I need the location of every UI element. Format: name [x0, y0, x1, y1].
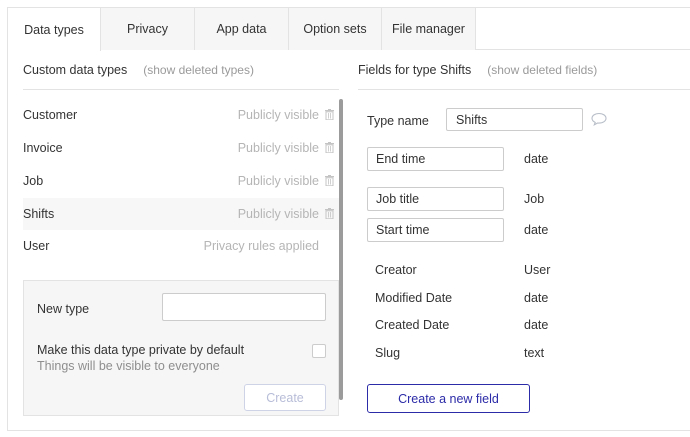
field-type: User — [524, 263, 551, 277]
type-visibility: Publicly visible — [237, 108, 319, 122]
data-tab-panel: Data types Privacy App data Option sets … — [7, 7, 690, 431]
type-visibility: Privacy rules applied — [203, 239, 319, 253]
private-default-label: Make this data type private by default — [37, 343, 245, 357]
tab-label: Option sets — [303, 22, 367, 36]
field-type: Job — [524, 192, 545, 206]
type-name: Job — [23, 174, 44, 188]
type-row-shifts[interactable]: Shifts Publicly visible — [23, 198, 339, 230]
type-row-user[interactable]: User Privacy rules applied — [23, 230, 339, 262]
type-visibility: Publicly visible — [237, 207, 319, 221]
field-end-time[interactable]: End time — [367, 147, 504, 171]
tab-data-types[interactable]: Data types — [8, 8, 101, 51]
trash-icon[interactable] — [325, 142, 334, 153]
trash-icon[interactable] — [325, 175, 334, 186]
tab-privacy[interactable]: Privacy — [101, 8, 195, 50]
types-scrollbar[interactable] — [339, 99, 343, 400]
field-job-title[interactable]: Job title — [367, 187, 504, 211]
builtin-field-slug: Slug — [375, 346, 401, 360]
new-type-input[interactable] — [162, 293, 326, 321]
field-type: text — [524, 346, 545, 360]
tab-option-sets[interactable]: Option sets — [289, 8, 382, 50]
type-row-invoice[interactable]: Invoice Publicly visible — [23, 132, 339, 164]
tab-label: Privacy — [127, 22, 168, 36]
new-type-label: New type — [37, 302, 90, 316]
builtin-field-created-date: Created Date — [375, 318, 450, 332]
types-header: Custom data types (show deleted types) — [23, 50, 339, 90]
fields-title: Fields for type Shifts — [358, 62, 472, 77]
field-name: Job title — [376, 192, 420, 206]
type-name: Invoice — [23, 141, 63, 155]
field-type: date — [524, 223, 549, 237]
show-deleted-fields-link[interactable]: (show deleted fields) — [487, 63, 597, 77]
trash-icon[interactable] — [325, 109, 334, 120]
show-deleted-types-link[interactable]: (show deleted types) — [143, 63, 254, 77]
fields-header: Fields for type Shifts (show deleted fie… — [358, 50, 690, 90]
private-default-hint: Things will be visible to everyone — [37, 359, 220, 373]
tab-file-manager[interactable]: File manager — [382, 8, 476, 50]
type-visibility: Publicly visible — [237, 174, 319, 188]
tab-app-data[interactable]: App data — [195, 8, 289, 50]
builtin-field-modified-date: Modified Date — [375, 291, 453, 305]
type-name: User — [23, 239, 50, 253]
tab-label: File manager — [392, 22, 465, 36]
create-type-button[interactable]: Create — [244, 384, 326, 411]
builtin-field-creator: Creator — [375, 263, 417, 277]
type-name-label: Type name — [367, 114, 429, 128]
type-name-input[interactable]: Shifts — [446, 108, 583, 131]
field-name: Start time — [376, 223, 430, 237]
tab-bar: Data types Privacy App data Option sets … — [8, 8, 690, 51]
comment-icon[interactable] — [591, 112, 607, 126]
types-title: Custom data types — [23, 62, 128, 77]
type-row-job[interactable]: Job Publicly visible — [23, 165, 339, 197]
field-type: date — [524, 152, 549, 166]
field-start-time[interactable]: Start time — [367, 218, 504, 242]
tab-label: Data types — [24, 22, 84, 37]
new-type-panel: New type Make this data type private by … — [23, 280, 339, 416]
private-default-checkbox[interactable] — [312, 344, 326, 358]
trash-icon[interactable] — [325, 208, 334, 219]
field-type: date — [524, 291, 549, 305]
type-row-customer[interactable]: Customer Publicly visible — [23, 99, 339, 131]
type-name: Customer — [23, 108, 78, 122]
field-name: End time — [376, 152, 426, 166]
type-name: Shifts — [23, 207, 55, 221]
type-visibility: Publicly visible — [237, 141, 319, 155]
tab-label: App data — [216, 22, 267, 36]
field-type: date — [524, 318, 549, 332]
create-new-field-button[interactable]: Create a new field — [367, 384, 530, 413]
